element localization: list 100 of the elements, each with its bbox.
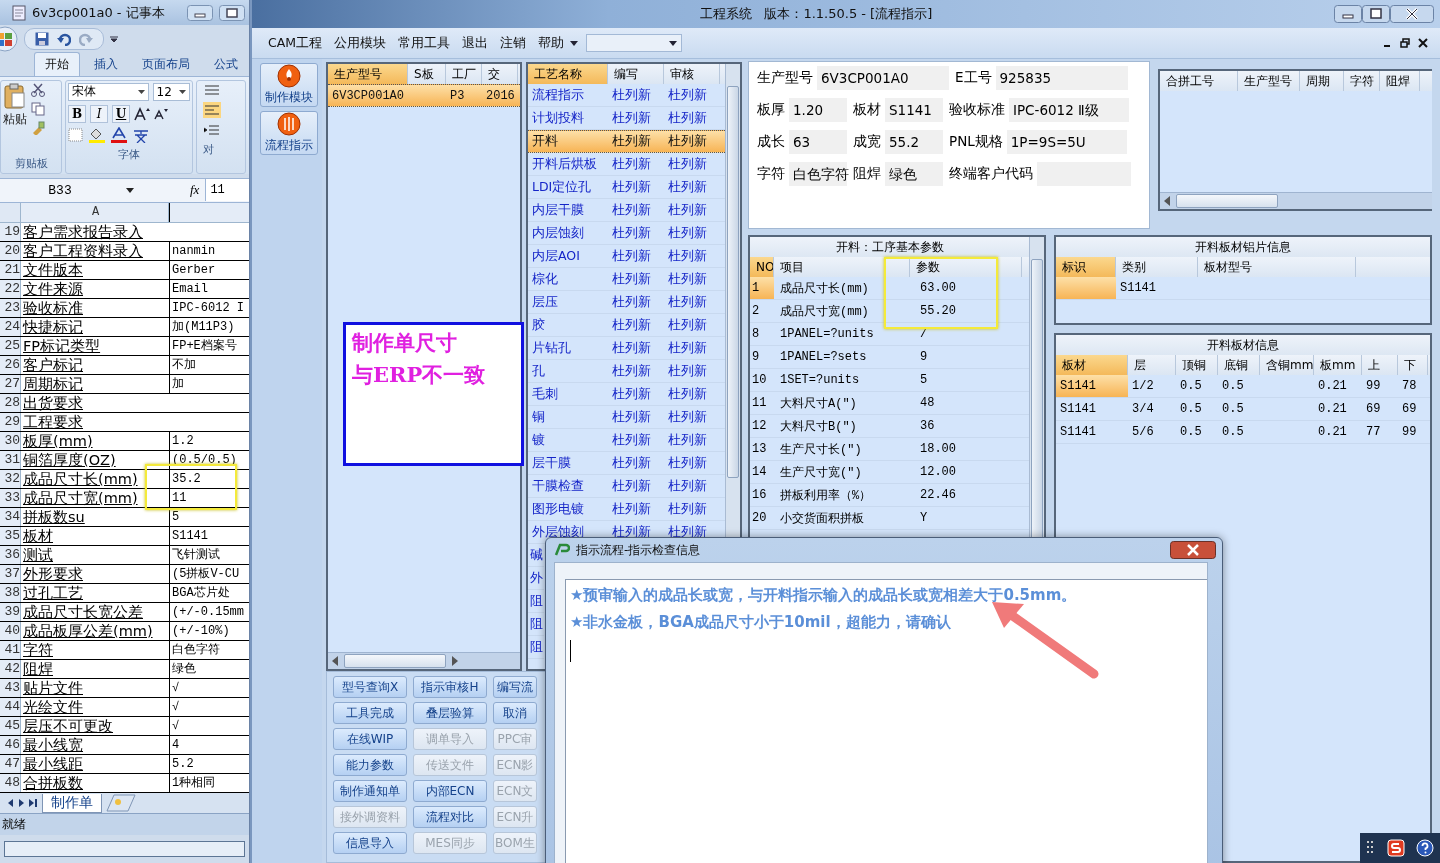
flame-icon[interactable]	[277, 64, 301, 88]
menu-item[interactable]: 常用工具	[392, 34, 457, 52]
ball-icon[interactable]	[277, 112, 301, 136]
maximize-icon[interactable]	[1362, 5, 1390, 23]
input-method-icon[interactable]	[1387, 839, 1405, 857]
row-number[interactable]: 41	[0, 641, 21, 660]
menu-item[interactable]: 注销	[494, 34, 533, 52]
action-button[interactable]: 编写流	[493, 676, 537, 698]
row-number[interactable]: 34	[0, 508, 21, 527]
row-number[interactable]: 25	[0, 337, 21, 356]
column-header[interactable]: 上	[1362, 355, 1398, 375]
help-icon[interactable]	[1416, 839, 1435, 857]
italic-button[interactable]: I	[90, 104, 108, 123]
ribbon-tab[interactable]: 页面布局	[132, 52, 200, 76]
action-button[interactable]: 指示审核H	[413, 676, 487, 698]
ribbon-tab[interactable]: 开始	[34, 51, 80, 76]
row-number[interactable]: 24	[0, 318, 21, 337]
action-button[interactable]: 叠层验算	[413, 702, 487, 724]
column-header[interactable]: 参数	[910, 257, 1022, 277]
row-number[interactable]: 36	[0, 546, 21, 565]
text-field[interactable]: 1.20	[789, 98, 847, 122]
menu-item[interactable]: CAM工程	[262, 34, 329, 52]
row-number[interactable]: 20	[0, 242, 21, 261]
name-box[interactable]: B33	[0, 183, 120, 198]
close-icon[interactable]	[1390, 5, 1434, 23]
column-header[interactable]: 阻焊	[1380, 71, 1420, 91]
row-number[interactable]: 39	[0, 603, 21, 622]
dropdown-field[interactable]	[586, 34, 683, 52]
column-header[interactable]: 板mm	[1314, 355, 1362, 375]
column-header[interactable]: 顶铜	[1176, 355, 1218, 375]
formula-field[interactable]: 11	[205, 179, 249, 202]
text-field[interactable]: 绿色	[885, 162, 943, 186]
bold-button[interactable]: B	[68, 104, 86, 123]
text-field[interactable]: IPC-6012 Ⅱ级	[1009, 98, 1129, 122]
column-header[interactable]: 类别	[1116, 257, 1198, 277]
ribbon-tab[interactable]: 插入	[84, 52, 128, 76]
close-icon[interactable]	[1170, 541, 1216, 559]
column-header[interactable]: 标识	[1056, 257, 1116, 277]
row-number[interactable]: 32	[0, 470, 21, 489]
paste-button[interactable]: 粘贴	[3, 82, 27, 156]
sheet-tab[interactable]: 制作单	[42, 793, 102, 813]
copy-icon[interactable]	[31, 101, 45, 116]
horizontal-scrollbar[interactable]	[4, 841, 245, 857]
action-button[interactable]: 内部ECN	[413, 780, 487, 802]
table-row[interactable]: S1141	[1056, 277, 1430, 300]
text-field[interactable]: 6V3CP001A0	[817, 66, 949, 90]
column-header[interactable]: 项目	[774, 257, 910, 277]
row-number[interactable]: 42	[0, 660, 21, 679]
row-number[interactable]: 35	[0, 527, 21, 546]
undo-icon[interactable]	[57, 31, 71, 46]
text-field[interactable]: 白色字符	[789, 162, 847, 186]
dropdown-caret-icon[interactable]	[669, 40, 678, 46]
table-row[interactable]: 14 生产尺寸宽(") 12.00	[750, 461, 1029, 484]
column-header[interactable]: 合拼工号	[1160, 71, 1238, 91]
action-button[interactable]: 在线WIP	[333, 728, 407, 750]
row-number[interactable]: 29	[0, 413, 21, 432]
scroll-left-icon[interactable]	[1164, 196, 1170, 206]
column-header[interactable]: 层	[1128, 355, 1176, 375]
column-header[interactable]: NO	[750, 257, 774, 277]
font-color-icon[interactable]	[110, 126, 128, 143]
row-number[interactable]: 30	[0, 432, 21, 451]
row-number[interactable]: 48	[0, 774, 21, 793]
close-icon[interactable]	[1418, 38, 1428, 48]
table-row[interactable]: S1141 3/4 0.5 0.5 0.21 69 69	[1056, 398, 1430, 421]
text-field[interactable]: S1141	[885, 98, 943, 122]
dropdown-caret-icon[interactable]	[126, 188, 134, 193]
fill-color-icon[interactable]	[88, 126, 106, 143]
text-field[interactable]: 63	[789, 130, 847, 154]
column-header[interactable]: 工艺名称	[528, 64, 608, 84]
maximize-icon[interactable]	[219, 4, 245, 21]
row-number[interactable]: 46	[0, 736, 21, 755]
menu-item[interactable]: 帮助	[532, 34, 571, 52]
nav-button[interactable]: 制作模块	[260, 63, 318, 107]
table-row[interactable]: S1141 5/6 0.5 0.5 0.21 77 99	[1056, 421, 1430, 444]
office-button-icon[interactable]	[0, 25, 18, 52]
clipboard-icon[interactable]	[4, 82, 26, 109]
action-button[interactable]: 取消	[493, 702, 537, 724]
row-number[interactable]: 23	[0, 299, 21, 318]
table-row[interactable]: 11 大料尺寸A(") 48	[750, 392, 1029, 415]
row-number[interactable]: 44	[0, 698, 21, 717]
dropdown-caret-icon[interactable]	[570, 40, 579, 46]
dropdown-caret-icon[interactable]	[179, 89, 186, 94]
cut-icon[interactable]	[31, 82, 45, 97]
table-row[interactable]: 6V3CP001A0 P3 2016	[328, 84, 520, 107]
nav-button[interactable]: 流程指示	[260, 111, 318, 155]
text-field[interactable]: 925835	[995, 66, 1128, 90]
action-button[interactable]: 流程对比	[413, 806, 487, 828]
underline-button[interactable]: U	[112, 104, 130, 123]
column-header[interactable]: 字符	[1344, 71, 1380, 91]
insert-function-label[interactable]: fx	[190, 182, 200, 199]
action-button[interactable]: 工具完成	[333, 702, 407, 724]
dropdown-caret-icon[interactable]	[137, 89, 145, 94]
horizontal-scrollbar[interactable]	[1160, 192, 1432, 209]
row-number[interactable]: 27	[0, 375, 21, 394]
table-row[interactable]: 9 1PANEL=?sets 9	[750, 346, 1029, 369]
indent-icon[interactable]	[203, 122, 221, 137]
row-number[interactable]: 31	[0, 451, 21, 470]
row-number[interactable]: 40	[0, 622, 21, 641]
horizontal-scrollbar[interactable]	[328, 652, 520, 669]
action-button[interactable]: 型号查询X	[333, 676, 407, 698]
